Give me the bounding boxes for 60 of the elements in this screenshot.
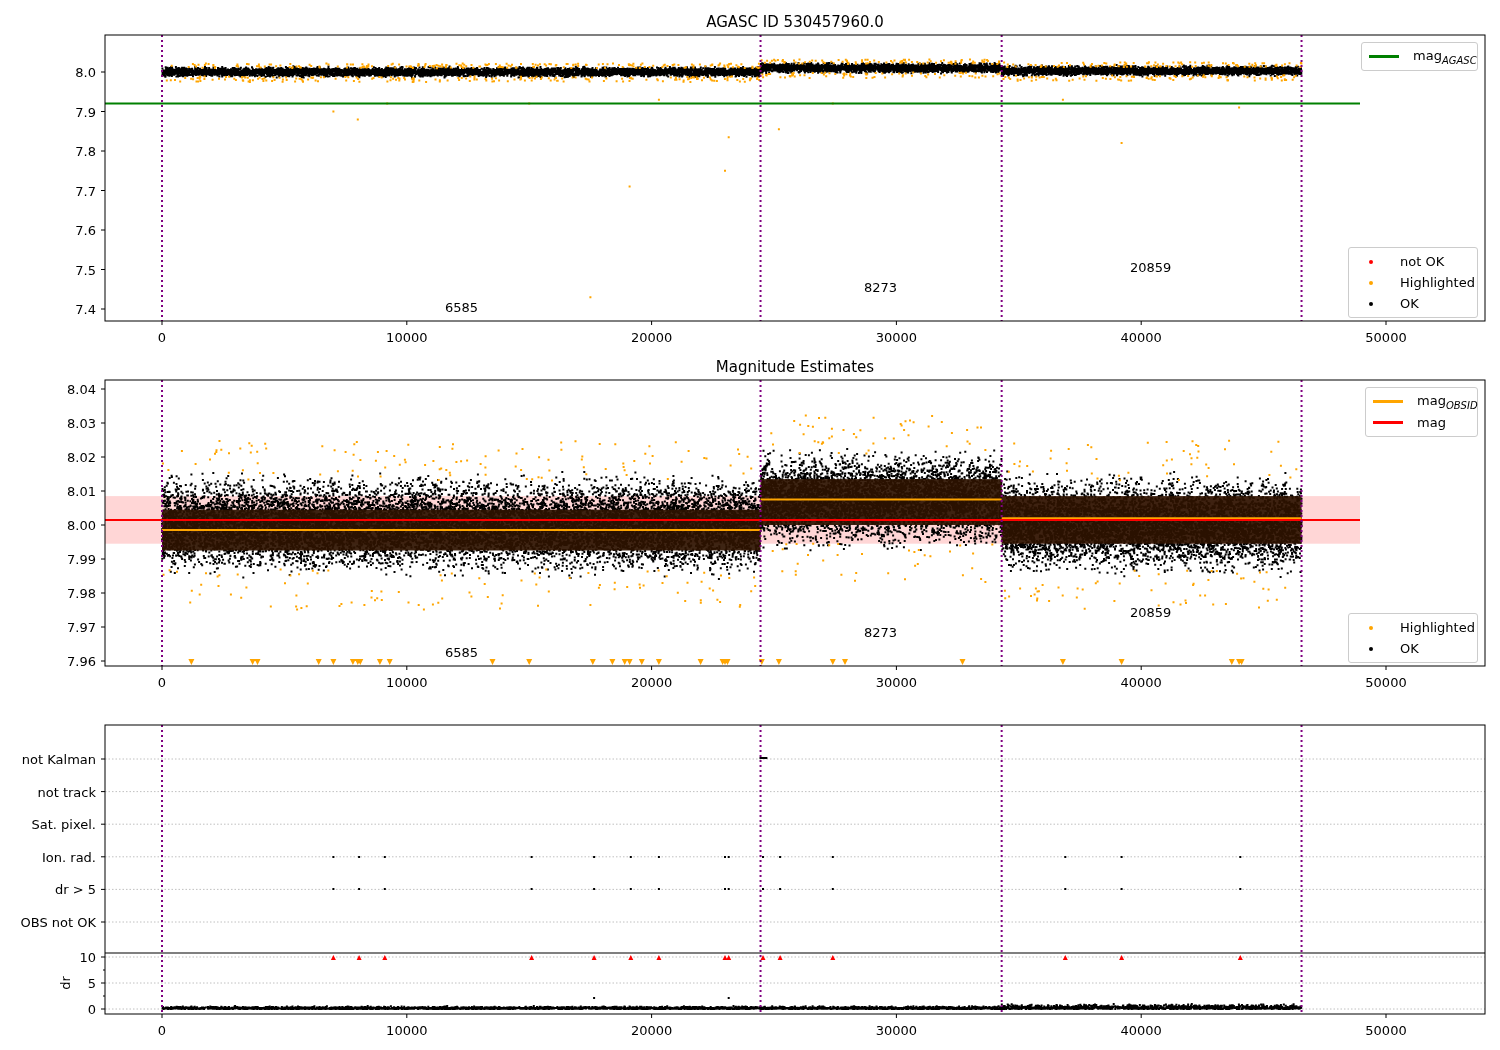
axis-tick-label: 7.5 xyxy=(75,262,96,278)
axis-tick-label: 10 xyxy=(79,950,96,965)
axis-tick-label: 8.04 xyxy=(67,382,96,397)
axis-tick-label: 50000 xyxy=(1365,675,1407,690)
axis-tick-label: 40000 xyxy=(1120,330,1162,345)
axis-tick-label: OBS not OK xyxy=(20,915,96,930)
axis-tick-label: 7.8 xyxy=(75,144,96,159)
axis-tick-label: not Kalman xyxy=(21,752,96,767)
axis-tick-label: 20000 xyxy=(630,675,673,690)
count-label: 20859 xyxy=(1130,260,1172,275)
axis-tick-label: 8.0 xyxy=(75,65,96,80)
axis-tick-label: 7.96 xyxy=(67,654,96,669)
chart-title: AGASC ID 530457960.0 xyxy=(706,13,884,31)
axis-tick-label: dr > 5 xyxy=(54,882,96,898)
axis-tick-label: 7.98 xyxy=(67,586,96,601)
axis-tick-label: 7.6 xyxy=(75,223,96,238)
axis-tick-label: 7.97 xyxy=(67,620,96,635)
axis-tick-label: 50000 xyxy=(1365,330,1407,345)
legend-label: not OK xyxy=(1400,254,1445,269)
axis-tick-label: 20000 xyxy=(630,1023,673,1038)
count-label: 6585 xyxy=(445,300,479,315)
axis-tick-label: Ion. rad. xyxy=(42,849,96,865)
axis-tick-label: 7.99 xyxy=(67,552,96,567)
axis-tick-label: Sat. pixel. xyxy=(31,817,96,833)
axis-tick-label: 8.03 xyxy=(67,416,96,431)
axis-tick-label: 8.02 xyxy=(67,450,96,465)
axis-tick-label: 10000 xyxy=(386,675,428,690)
axis-tick-label: 40000 xyxy=(1120,1023,1162,1038)
legend-label: Highlighted xyxy=(1400,275,1475,290)
axis-tick-label: 30000 xyxy=(875,330,918,345)
axis-tick-label: 40000 xyxy=(1120,675,1162,690)
axis-tick-label: 0 xyxy=(87,1002,96,1017)
axis-tick-label: 10000 xyxy=(386,1023,428,1038)
axis-tick-label: 0 xyxy=(157,675,167,690)
legend-label: mag xyxy=(1417,415,1446,430)
legend-label: OK xyxy=(1400,641,1419,656)
count-label: 8273 xyxy=(864,625,898,640)
axis-tick-label: 7.9 xyxy=(75,104,96,120)
axis-tick-label: 7.4 xyxy=(75,302,96,317)
count-label: 6585 xyxy=(445,645,479,660)
legend-label: mag$_{OBSID}$ xyxy=(1417,392,1478,411)
axis-tick-label: 10000 xyxy=(386,330,428,345)
axis-tick-label: 8.00 xyxy=(67,518,96,533)
chart-title: Magnitude Estimates xyxy=(715,358,875,376)
axis-tick-label: 0 xyxy=(157,330,167,345)
count-label: 8273 xyxy=(864,280,898,295)
axis-tick-label: not track xyxy=(37,784,96,800)
legend-label: OK xyxy=(1400,296,1419,311)
axis-label: dr xyxy=(58,976,73,990)
axis-tick-label: 0 xyxy=(157,1023,167,1038)
axis-tick-label: 30000 xyxy=(875,1023,918,1038)
legend-label: Highlighted xyxy=(1400,620,1475,635)
axis-tick-label: 50000 xyxy=(1365,1023,1407,1038)
count-label: 20859 xyxy=(1130,605,1172,620)
axis-tick-label: 30000 xyxy=(875,675,918,690)
axis-tick-label: 7.7 xyxy=(75,183,96,199)
legend-label: mag$_{AGASC}$ xyxy=(1413,47,1477,66)
axis-tick-label: 5 xyxy=(87,976,96,991)
axis-tick-label: 20000 xyxy=(630,330,673,345)
axis-tick-label: 8.01 xyxy=(67,484,96,499)
